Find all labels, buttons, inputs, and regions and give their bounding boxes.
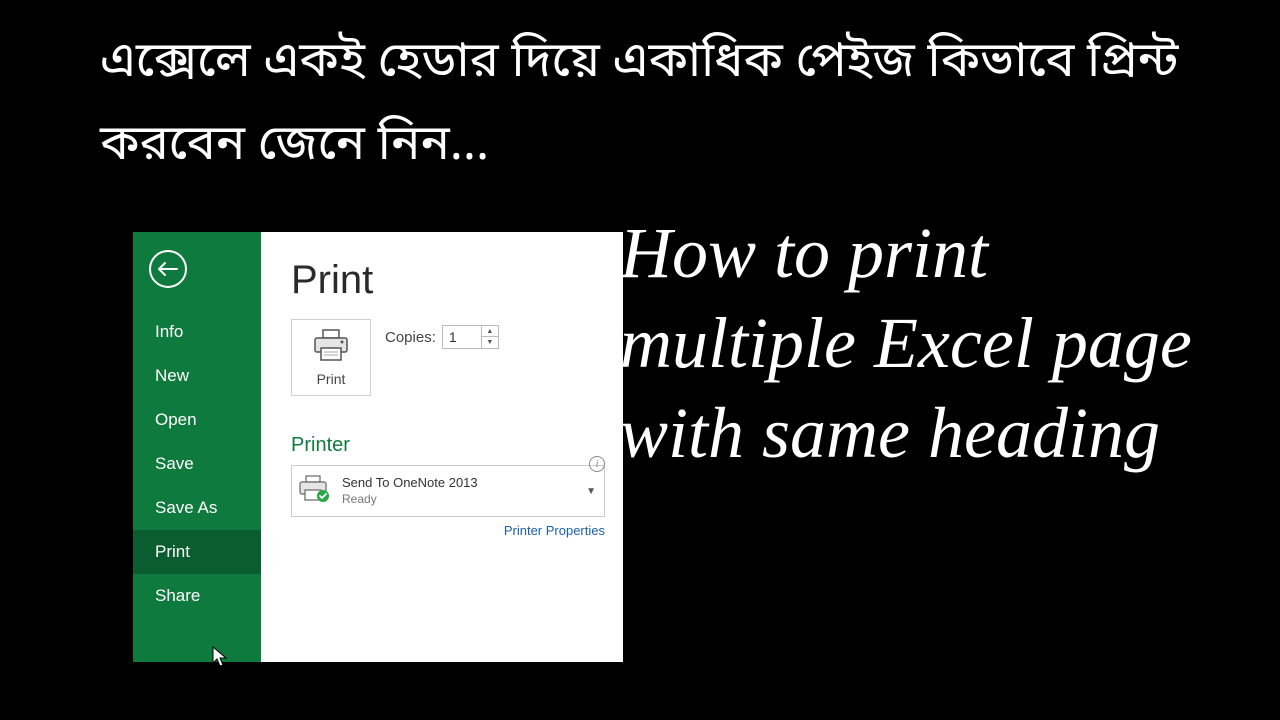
copies-field: Copies: 1 ▲ ▼ bbox=[385, 319, 499, 349]
english-title: How to print multiple Excel page with sa… bbox=[620, 208, 1240, 478]
excel-backstage-panel: Info New Open Save Save As Print Share P… bbox=[133, 232, 623, 662]
print-main-area: Print Print Copies: bbox=[261, 232, 623, 662]
printer-section-heading: Printer bbox=[291, 434, 605, 457]
printer-status: Ready bbox=[342, 492, 576, 507]
chevron-down-icon: ▼ bbox=[586, 486, 596, 497]
copies-spinner: ▲ ▼ bbox=[481, 326, 498, 348]
info-icon[interactable]: i bbox=[589, 456, 605, 472]
printer-info: Send To OneNote 2013 Ready bbox=[342, 475, 576, 506]
menu-item-info[interactable]: Info bbox=[133, 310, 261, 354]
bengali-title: এক্সেলে একই হেডার দিয়ে একাধিক পেইজ কিভা… bbox=[0, 0, 1280, 189]
menu-item-print[interactable]: Print bbox=[133, 530, 261, 574]
back-arrow-icon bbox=[158, 262, 178, 276]
print-button[interactable]: Print bbox=[291, 319, 371, 396]
back-button[interactable] bbox=[149, 250, 187, 288]
printer-status-icon bbox=[298, 474, 332, 509]
print-row: Print Copies: 1 ▲ ▼ bbox=[291, 319, 605, 396]
printer-icon bbox=[292, 328, 370, 367]
spinner-down[interactable]: ▼ bbox=[482, 337, 498, 348]
printer-properties-link[interactable]: Printer Properties bbox=[291, 523, 605, 538]
menu-item-new[interactable]: New bbox=[133, 354, 261, 398]
spinner-up[interactable]: ▲ bbox=[482, 326, 498, 337]
page-title: Print bbox=[291, 258, 605, 303]
copies-label: Copies: bbox=[385, 329, 436, 346]
menu-item-open[interactable]: Open bbox=[133, 398, 261, 442]
printer-name: Send To OneNote 2013 bbox=[342, 475, 576, 491]
copies-input[interactable]: 1 ▲ ▼ bbox=[442, 325, 499, 349]
printer-selector[interactable]: Send To OneNote 2013 Ready ▼ bbox=[291, 465, 605, 517]
menu-item-save-as[interactable]: Save As bbox=[133, 486, 261, 530]
copies-value: 1 bbox=[443, 329, 481, 345]
backstage-sidebar: Info New Open Save Save As Print Share bbox=[133, 232, 261, 662]
menu-item-share[interactable]: Share bbox=[133, 574, 261, 618]
print-button-label: Print bbox=[317, 371, 346, 387]
menu-item-save[interactable]: Save bbox=[133, 442, 261, 486]
